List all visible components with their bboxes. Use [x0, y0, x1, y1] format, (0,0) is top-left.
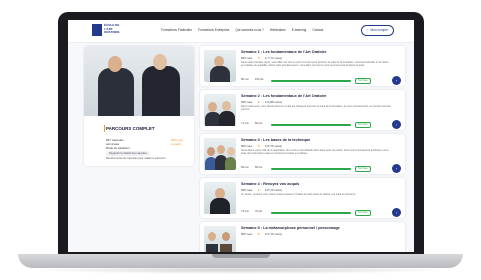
play-button[interactable]: ›: [392, 120, 401, 129]
progress-fill: [271, 167, 351, 170]
views-count: 825 vues: [241, 56, 253, 60]
lesson-thumbnail: [204, 138, 236, 170]
lesson-card[interactable]: Semaine 1 : Les fondamentaux de l'Art Or…: [200, 46, 405, 86]
course-title: PARCOURS COMPLET: [106, 126, 155, 131]
rating: 4.6 (88 votes): [264, 100, 282, 104]
points: 70 pts: [255, 210, 263, 213]
nav-link-about[interactable]: Qui sommes-nous ?: [235, 28, 264, 32]
lesson-card[interactable]: Semaine 5 : La métamorphose personnel / …: [200, 222, 405, 252]
lesson-meta: 825 vues ★ 4.9 (75 votes): [241, 232, 282, 236]
rating: 4.7 (72 votes): [264, 56, 282, 60]
validation-pill: Regarder la totalité des capsules: [106, 151, 150, 156]
points: 100 pts: [255, 78, 264, 81]
logo-icon[interactable]: [92, 24, 102, 36]
progress-fill: [271, 79, 351, 82]
lesson-title: Semaine 4 : Revoyez vos acquis: [241, 182, 300, 186]
account-button-label: Mon compte: [370, 28, 388, 32]
course-photo: [84, 46, 194, 116]
star-icon: ★: [257, 100, 260, 104]
lesson-meta: 825 vues ★ 4.7 (72 votes): [241, 56, 282, 60]
lesson-description: Nous allons voir le rôle de la respirati…: [241, 149, 389, 156]
speaker-right-head: [153, 54, 167, 70]
duration: 71 min: [241, 122, 249, 125]
status-badge: Terminée: [355, 165, 371, 172]
lesson-title: Semaine 1 : Les fondamentaux de l'Art Or…: [241, 50, 327, 54]
lesson-footer: 71 min 80 pts Terminée ›: [241, 120, 401, 129]
rating: 4.9 (75 votes): [264, 232, 282, 236]
progress-bar: [271, 167, 351, 170]
lesson-footer: 74 min 70 pts Terminée ›: [241, 208, 401, 217]
points: 80 pts: [255, 166, 263, 169]
play-button[interactable]: ›: [392, 164, 401, 173]
nav-link-contact[interactable]: Contact: [312, 28, 323, 32]
status-badge: Terminée: [355, 121, 371, 128]
speaker-right: [142, 66, 180, 116]
lesson-description: Dans cette première leçon, vous allez vo…: [241, 61, 389, 68]
progress-fill: [271, 123, 351, 126]
views-count: 825 vues: [241, 188, 253, 192]
rating: 4.8 (76 votes): [264, 144, 282, 148]
star-icon: ★: [257, 56, 260, 60]
lesson-meta: 825 vues ★ 4.6 (88 votes): [241, 100, 282, 104]
views-count: 825 vues: [241, 144, 253, 148]
lesson-thumbnail: [204, 94, 236, 126]
lesson-thumbnail: [204, 226, 236, 252]
speaker-left: [98, 68, 134, 116]
account-button[interactable]: ○ Mon compte: [360, 25, 394, 36]
user-icon: ○: [366, 28, 369, 32]
lesson-description: Dans cette leçon, vous découvrirez les 3…: [241, 105, 391, 112]
course-card: PARCOURS COMPLET 827 capsules terminées …: [84, 46, 194, 166]
duration: 86 min: [241, 78, 249, 81]
lesson-title: Semaine 2 : Les fondamentaux de l'Art Or…: [241, 94, 327, 98]
validation-label: Mode de validation :: [106, 146, 132, 150]
lesson-meta: 825 vues ★ 4.8 (76 votes): [241, 144, 282, 148]
capsules-count: 827 capsules terminées: [106, 138, 124, 146]
duration: 74 min: [241, 210, 249, 213]
lesson-thumbnail: [204, 50, 236, 82]
logo-text[interactable]: ÉCOLE DE L'ART ORATOIRE: [104, 23, 126, 35]
rating: 4.8 (79 votes): [264, 188, 282, 192]
progress-bar: [271, 123, 351, 126]
play-button[interactable]: ›: [392, 208, 401, 217]
progress-bar: [271, 79, 351, 82]
lesson-title: Semaine 5 : La métamorphose personnel / …: [241, 226, 340, 230]
star-icon: ★: [257, 188, 260, 192]
duration: 69 min: [241, 166, 249, 169]
nav-link-webinaires[interactable]: Webinaires: [270, 28, 286, 32]
top-navigation: ÉCOLE DE L'ART ORATOIRE Formations Parti…: [68, 20, 414, 43]
nav-link-elearning[interactable]: E-learning: [292, 28, 307, 32]
nav-links: Formations Particulier Formations Entrep…: [161, 28, 323, 32]
laptop-notch: [212, 254, 270, 258]
play-button[interactable]: ›: [392, 76, 401, 85]
status-badge: Terminée: [355, 209, 371, 216]
lesson-title: Semaine 3 : Les bases de la technique: [241, 138, 311, 142]
screen: ÉCOLE DE L'ART ORATOIRE Formations Parti…: [68, 20, 414, 252]
lesson-card[interactable]: Semaine 2 : Les fondamentaux de l'Art Or…: [200, 90, 405, 130]
lesson-footer: 69 min 80 pts Terminée ›: [241, 164, 401, 173]
course-meta: 827 capsules terminées 186 jours restant…: [106, 138, 194, 146]
speaker-left-head: [108, 56, 122, 72]
nav-link-entreprise[interactable]: Formations Entreprise: [198, 28, 229, 32]
days-remaining: 186 jours restants: [170, 138, 184, 146]
views-count: 825 vues: [241, 232, 253, 236]
lesson-description: On révise. Qu'avez-vous retenu jusqu'à p…: [241, 193, 356, 196]
star-icon: ★: [257, 144, 260, 148]
points: 80 pts: [255, 122, 263, 125]
lesson-card[interactable]: Semaine 3 : Les bases de la technique 82…: [200, 134, 405, 174]
views-count: 825 vues: [241, 100, 253, 104]
title-accent-bar: [104, 125, 106, 132]
lesson-thumbnail: [204, 182, 236, 214]
progress-bar: [271, 211, 351, 214]
star-icon: ★: [257, 232, 260, 236]
status-badge: Terminée: [355, 77, 371, 84]
nav-link-particulier[interactable]: Formations Particulier: [161, 28, 192, 32]
progress-fill: [271, 211, 351, 214]
lesson-card[interactable]: Semaine 4 : Revoyez vos acquis 825 vues …: [200, 178, 405, 218]
lesson-meta: 825 vues ★ 4.8 (79 votes): [241, 188, 282, 192]
validation-check: Réussir toutes les capsules pour valider…: [106, 157, 166, 160]
lesson-footer: 86 min 100 pts Terminée ›: [241, 76, 401, 85]
